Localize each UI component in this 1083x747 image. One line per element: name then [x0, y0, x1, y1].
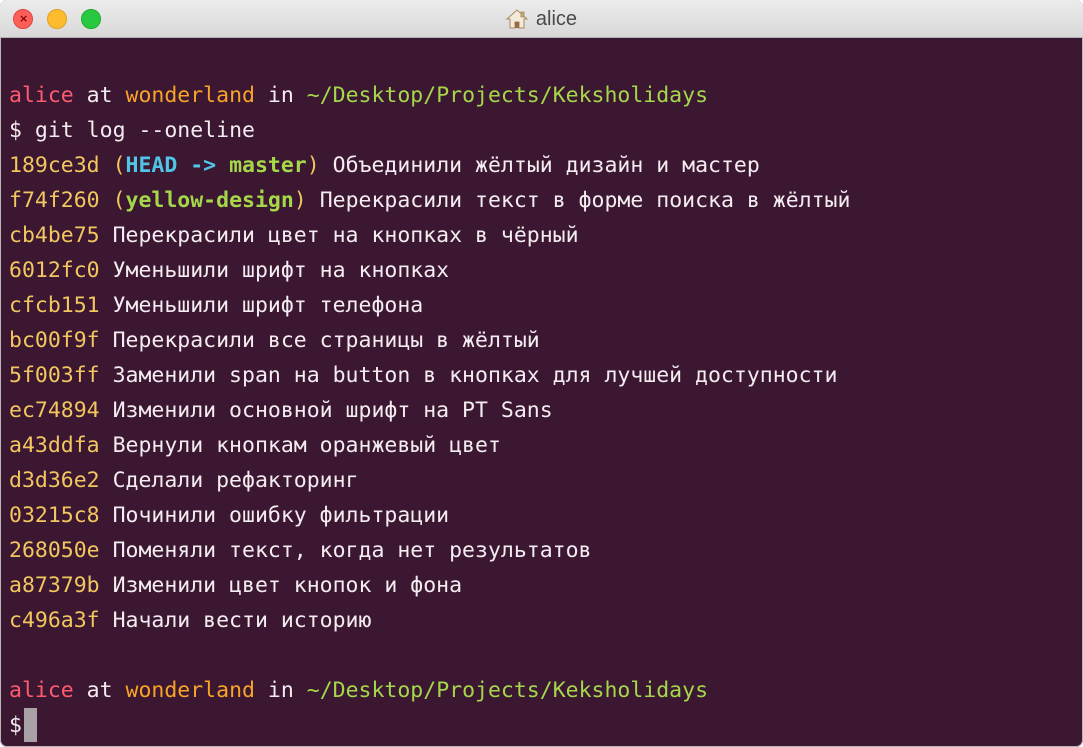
log-entry: 03215c8 Починили ошибку фильтрации [9, 498, 1083, 533]
log-entry: ec74894 Изменили основной шрифт на PT Sa… [9, 393, 1083, 428]
ref-branch: master [229, 153, 307, 178]
commit-hash: c496a3f [9, 608, 100, 633]
commit-message: Перекрасили все страницы в жёлтый [112, 328, 540, 353]
prompt-host: wonderland [125, 83, 255, 108]
commit-hash: d3d36e2 [9, 468, 100, 493]
prompt-at: at [73, 678, 126, 703]
commit-hash: 03215c8 [9, 503, 100, 528]
log-entry: cb4be75 Перекрасили цвет на кнопках в чё… [9, 218, 1083, 253]
commit-hash: cb4be75 [9, 223, 100, 248]
ref-open-paren: ( [112, 188, 126, 213]
ref-head: HEAD [125, 153, 178, 178]
commit-message: Уменьшили шрифт телефона [112, 293, 424, 318]
window-title-group: alice [0, 0, 1083, 38]
commit-message: Заменили span на button в кнопках для лу… [112, 363, 838, 388]
commit-hash: 268050e [9, 538, 100, 563]
commit-message: Перекрасили текст в форме поиска в жёлты… [319, 188, 851, 213]
commit-hash: 6012fc0 [9, 258, 100, 283]
log-entry: 268050e Поменяли текст, когда нет резуль… [9, 533, 1083, 568]
commit-hash: f74f260 [9, 188, 100, 213]
commit-hash: ec74894 [9, 398, 100, 423]
commit-message: Сделали рефакторинг [112, 468, 359, 493]
terminal-output[interactable]: alice at wonderland in ~/Desktop/Project… [9, 78, 1083, 743]
command-text: git log --oneline [34, 118, 255, 143]
prompt-user: alice [9, 83, 74, 108]
commit-hash: 189ce3d [9, 153, 100, 178]
commit-hash: a43ddfa [9, 433, 100, 458]
log-entry: cfcb151 Уменьшили шрифт телефона [9, 288, 1083, 323]
prompt-user: alice [9, 678, 74, 703]
commit-hash: bc00f9f [9, 328, 100, 353]
command-line: $ git log --oneline [9, 113, 1083, 148]
ref-arrow: -> [177, 153, 230, 178]
title-bar[interactable]: × alice [0, 0, 1083, 38]
log-entry: d3d36e2 Сделали рефакторинг [9, 463, 1083, 498]
home-icon [505, 9, 528, 29]
log-entry: bc00f9f Перекрасили все страницы в жёлты… [9, 323, 1083, 358]
prompt-in: in [254, 83, 307, 108]
text-cursor[interactable] [23, 708, 37, 742]
log-entry: 189ce3d (HEAD -> master) Объединили жёлт… [9, 148, 1083, 183]
log-entry: f74f260 (yellow-design) Перекрасили текс… [9, 183, 1083, 218]
commit-message: Перекрасили цвет на кнопках в чёрный [112, 223, 579, 248]
prompt-in: in [254, 678, 307, 703]
prompt-line: alice at wonderland in ~/Desktop/Project… [9, 673, 1083, 708]
commit-message: Начали вести историю [112, 608, 372, 633]
log-entry: 6012fc0 Уменьшили шрифт на кнопках [9, 253, 1083, 288]
ref-close-paren: ) [306, 153, 320, 178]
prompt-symbol: $ [9, 118, 22, 143]
commit-message: Поменяли текст, когда нет результатов [112, 538, 592, 563]
ref-close-paren: ) [293, 188, 307, 213]
ref-branch: yellow-design [125, 188, 294, 213]
prompt-path: ~/Desktop/Projects/Keksholidays [306, 678, 709, 703]
ref-open-paren: ( [112, 153, 126, 178]
commit-message: Объединили жёлтый дизайн и мастер [332, 153, 760, 178]
commit-message: Починили ошибку фильтрации [112, 503, 450, 528]
prompt-line: alice at wonderland in ~/Desktop/Project… [9, 78, 1083, 113]
commit-message: Изменили цвет кнопок и фона [112, 573, 463, 598]
prompt-host: wonderland [125, 678, 255, 703]
terminal-window: × alice alice at wonderland in ~/Desktop… [0, 0, 1083, 747]
commit-hash: cfcb151 [9, 293, 100, 318]
commit-hash: a87379b [9, 573, 100, 598]
prompt-symbol: $ [9, 713, 22, 738]
input-line: $ [9, 708, 1083, 743]
commit-hash: 5f003ff [9, 363, 100, 388]
commit-message: Уменьшили шрифт на кнопках [112, 258, 450, 283]
commit-message: Изменили основной шрифт на PT Sans [112, 398, 553, 423]
prompt-at: at [73, 83, 126, 108]
log-entry: a87379b Изменили цвет кнопок и фона [9, 568, 1083, 603]
log-entry: 5f003ff Заменили span на button в кнопка… [9, 358, 1083, 393]
log-entry: c496a3f Начали вести историю [9, 603, 1083, 638]
prompt-path: ~/Desktop/Projects/Keksholidays [306, 83, 709, 108]
log-entry: a43ddfa Вернули кнопкам оранжевый цвет [9, 428, 1083, 463]
commit-message: Вернули кнопкам оранжевый цвет [112, 433, 501, 458]
window-title: alice [535, 7, 578, 30]
